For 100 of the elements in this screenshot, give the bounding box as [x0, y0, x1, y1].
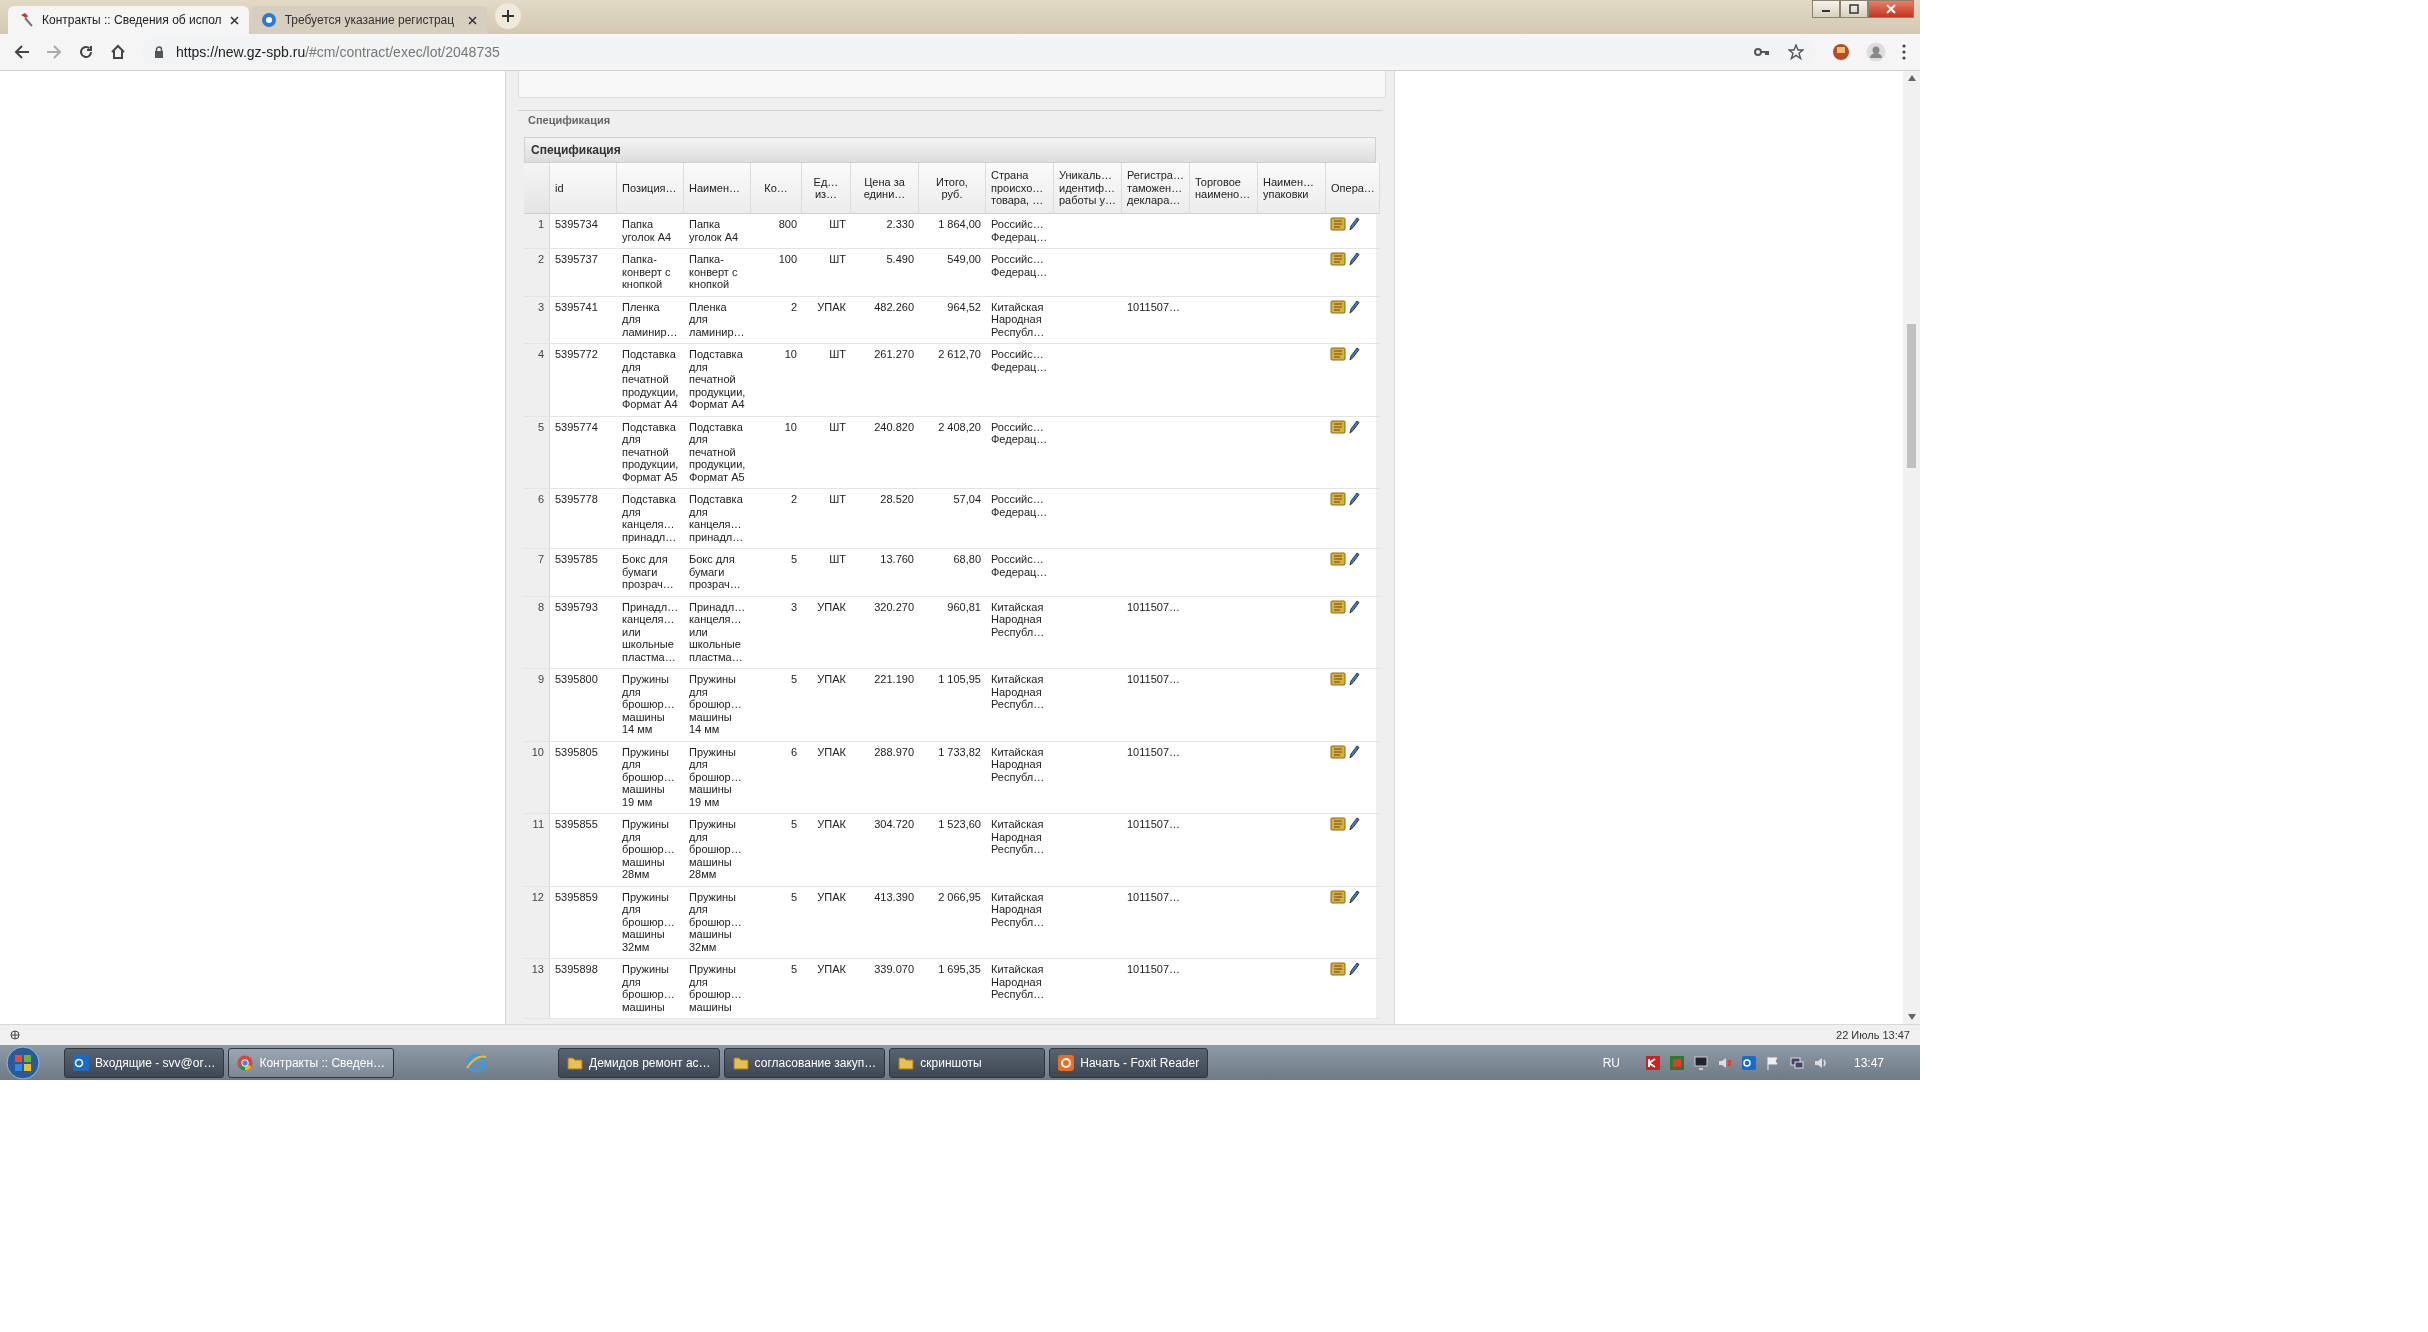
reload-icon[interactable]	[78, 44, 94, 60]
column-header[interactable]: Регистра… таможен… деклара…	[1122, 163, 1190, 214]
table-cell: Подставка для печатной продукции, Формат А4	[684, 344, 751, 417]
column-header[interactable]: Ко…	[751, 163, 802, 214]
column-header[interactable]: Позиция…	[617, 163, 684, 214]
pencil-icon[interactable]	[1348, 347, 1360, 361]
close-tab-icon[interactable]	[467, 15, 477, 25]
table-cell: 304.720	[851, 814, 919, 887]
column-header[interactable]: Цена за едини…	[851, 163, 919, 214]
column-header[interactable]: Опера…	[1326, 163, 1380, 214]
table-cell: 5395778	[550, 489, 617, 549]
table-cell: 2 408,20	[919, 416, 986, 489]
speaker-icon[interactable]	[1717, 1055, 1732, 1070]
table-cell: Пружины для брошюр… машины 32мм	[617, 886, 684, 959]
home-icon[interactable]	[110, 44, 126, 60]
table-cell: Пленка для ламинир…	[617, 296, 684, 344]
pencil-icon[interactable]	[1348, 817, 1360, 831]
pencil-icon[interactable]	[1348, 299, 1360, 314]
table-cell: Китайская Народная Республ…	[986, 959, 1054, 1019]
taskbar-button[interactable]: Начать - Foxit Reader	[1049, 1047, 1209, 1078]
address-bar[interactable]: https://new.gz-spb.ru/#cm/contract/exec/lot/2048735	[142, 38, 1816, 66]
document-icon[interactable]	[1330, 744, 1346, 759]
table-cell: ШТ	[802, 416, 851, 489]
document-icon[interactable]	[1330, 299, 1346, 314]
pencil-icon[interactable]	[1348, 962, 1360, 976]
table-cell: 221.190	[851, 669, 919, 742]
lock-icon	[154, 46, 164, 58]
column-header[interactable]: Уникаль… идентиф… работы у…	[1054, 163, 1122, 214]
pencil-icon[interactable]	[1348, 252, 1360, 266]
back-icon[interactable]	[14, 44, 30, 60]
scroll-down-icon[interactable]	[1907, 1014, 1916, 1020]
pencil-icon[interactable]	[1348, 744, 1360, 759]
table-cell: Пружины для брошюр… машины 19 мм	[684, 741, 751, 814]
key-icon[interactable]	[1754, 47, 1770, 57]
pencil-icon[interactable]	[1348, 552, 1360, 566]
column-header[interactable]: id	[550, 163, 617, 214]
table-cell: Пружины для брошюр… машины 28мм	[684, 814, 751, 887]
mail-icon[interactable]	[1741, 1055, 1756, 1070]
column-header[interactable]: Наимен…	[684, 163, 751, 214]
pencil-icon[interactable]	[1348, 217, 1360, 231]
star-icon[interactable]	[1788, 44, 1804, 60]
table-cell: Подставка для печатной продукции, Формат А5	[684, 416, 751, 489]
language-indicator[interactable]: RU	[1602, 1055, 1620, 1070]
table-cell: 10	[751, 416, 802, 489]
pencil-icon[interactable]	[1348, 889, 1360, 904]
table-cell: 339.070	[851, 959, 919, 1019]
tab-title: Контракты :: Сведения об испол	[42, 13, 222, 27]
table-cell: 549,00	[919, 249, 986, 297]
extension-icon[interactable]	[1832, 43, 1850, 61]
pencil-icon[interactable]	[1348, 599, 1360, 614]
browser-tab[interactable]: Требуется указание регистрац	[250, 6, 487, 34]
table-cell: УПАК	[802, 296, 851, 344]
table-cell: 10	[751, 344, 802, 417]
table-cell: Российс… Федерац…	[986, 549, 1054, 597]
table-cell: 2	[751, 296, 802, 344]
browser-tab[interactable]: Контракты :: Сведения об испол	[8, 6, 249, 34]
document-icon[interactable]	[1330, 419, 1346, 434]
table-cell: 2	[751, 489, 802, 549]
row-number: 13	[524, 959, 550, 1019]
antivirus-icon[interactable]	[1645, 1055, 1660, 1070]
new-tab-button[interactable]	[494, 3, 521, 29]
close-button[interactable]	[1868, 0, 1914, 18]
pencil-icon[interactable]	[1348, 672, 1360, 686]
scrollbar-thumb[interactable]	[1907, 324, 1916, 468]
column-header[interactable]: Торговое наимено…	[1190, 163, 1258, 214]
scrollbar[interactable]	[1903, 71, 1920, 1024]
table-cell: УПАК	[802, 814, 851, 887]
start-button[interactable]	[6, 1045, 40, 1080]
taskbar-button[interactable]: согласование закуп…	[723, 1047, 886, 1078]
clock[interactable]: 13:47	[1853, 1055, 1884, 1070]
table-cell: 288.970	[851, 741, 919, 814]
pencil-icon[interactable]	[1348, 419, 1360, 434]
document-icon[interactable]	[1330, 889, 1346, 904]
scroll-up-icon[interactable]	[1907, 75, 1916, 81]
minimize-button[interactable]	[1812, 0, 1840, 18]
table-cell: 5	[751, 886, 802, 959]
taskbar-button[interactable]: скриншоты	[889, 1047, 1046, 1078]
taskbar-button[interactable]: Демидов ремонт ас…	[558, 1047, 720, 1078]
table-cell: УПАК	[802, 669, 851, 742]
maximize-button[interactable]	[1840, 0, 1868, 18]
table-cell: Бокс для бумаги прозрач…	[684, 549, 751, 597]
plus-icon	[500, 9, 515, 23]
globe-e-icon	[465, 1051, 488, 1074]
table-cell: ШТ	[802, 214, 851, 249]
volume-icon[interactable]	[1813, 1055, 1828, 1070]
table-cell: 5395785	[550, 549, 617, 597]
table-cell: 800	[751, 214, 802, 249]
profile-icon[interactable]	[1866, 42, 1886, 62]
flag-icon[interactable]	[1765, 1055, 1780, 1070]
document-icon[interactable]	[1330, 599, 1346, 614]
pencil-icon[interactable]	[1348, 492, 1360, 506]
column-header[interactable]: Страна происхо… товара, …	[986, 163, 1054, 214]
close-tab-icon[interactable]	[229, 15, 239, 25]
column-header[interactable]: Итого, руб.	[919, 163, 986, 214]
column-header[interactable]: Наимен… упаковки	[1258, 163, 1326, 214]
monitor-icon[interactable]	[1693, 1055, 1708, 1070]
taskbar-button[interactable]: Входящие - svv@or…	[64, 1047, 225, 1078]
network-icon[interactable]	[1789, 1055, 1804, 1070]
menu-icon[interactable]	[1902, 44, 1906, 60]
column-header[interactable]: Ед… из…	[802, 163, 851, 214]
